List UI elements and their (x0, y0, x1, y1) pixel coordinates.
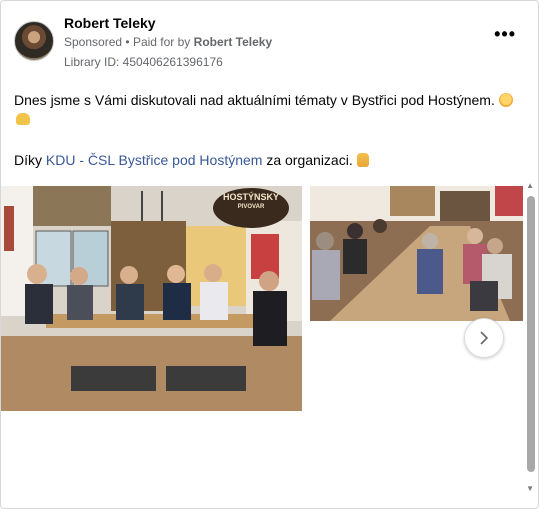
sponsored-line: Sponsored • Paid for by Robert Teleky (64, 35, 272, 49)
scroll-up-arrow-icon[interactable]: ▲ (526, 181, 534, 190)
thanks-suffix: za organizaci. (266, 152, 353, 168)
separator-dot: • (125, 35, 133, 49)
carousel-photo-2[interactable] (310, 186, 523, 321)
avatar[interactable] (14, 21, 54, 61)
author-name[interactable]: Robert Teleky (64, 15, 156, 31)
kdu-csl-link[interactable]: KDU - ČSL Bystřice pod Hostýnem (46, 152, 263, 168)
ad-card: Robert Teleky Sponsored • Paid for by Ro… (0, 0, 539, 509)
scrollbar-thumb[interactable] (527, 196, 535, 472)
smile-emoji-icon (498, 93, 513, 107)
paid-for-name[interactable]: Robert Teleky (194, 35, 272, 49)
thanks-prefix: Díky (14, 152, 42, 168)
library-id: Library ID: 450406261396176 (64, 55, 223, 69)
more-options-icon[interactable]: ••• (494, 25, 516, 43)
paid-for-prefix: Paid for by (132, 35, 191, 49)
scroll-down-arrow-icon[interactable]: ▼ (526, 484, 534, 493)
brewery-sign-line1: HOSTÝNSKÝ (222, 192, 279, 202)
brewery-sign-line2: PIVOVAR (237, 204, 265, 210)
thumbs-up-emoji-icon (356, 153, 369, 167)
sponsored-label: Sponsored (64, 35, 123, 49)
photo-1-scene (1, 186, 302, 411)
chevron-right-icon (480, 331, 489, 345)
post-text-line2: Díky KDU - ČSL Bystřice pod Hostýnem za … (14, 152, 369, 168)
handshake-emoji-icon (16, 113, 30, 125)
post-text-line1: Dnes jsme s Vámi diskutovali nad aktuáln… (14, 92, 513, 108)
post-text: Dnes jsme s Vámi diskutovali nad aktuáln… (14, 92, 495, 108)
next-photo-button[interactable] (464, 318, 504, 358)
carousel-photo-1[interactable]: HOSTÝNSKÝ PIVOVAR (1, 186, 302, 411)
brewery-sign: HOSTÝNSKÝ PIVOVAR (213, 192, 289, 212)
photo-2-scene (310, 186, 523, 321)
